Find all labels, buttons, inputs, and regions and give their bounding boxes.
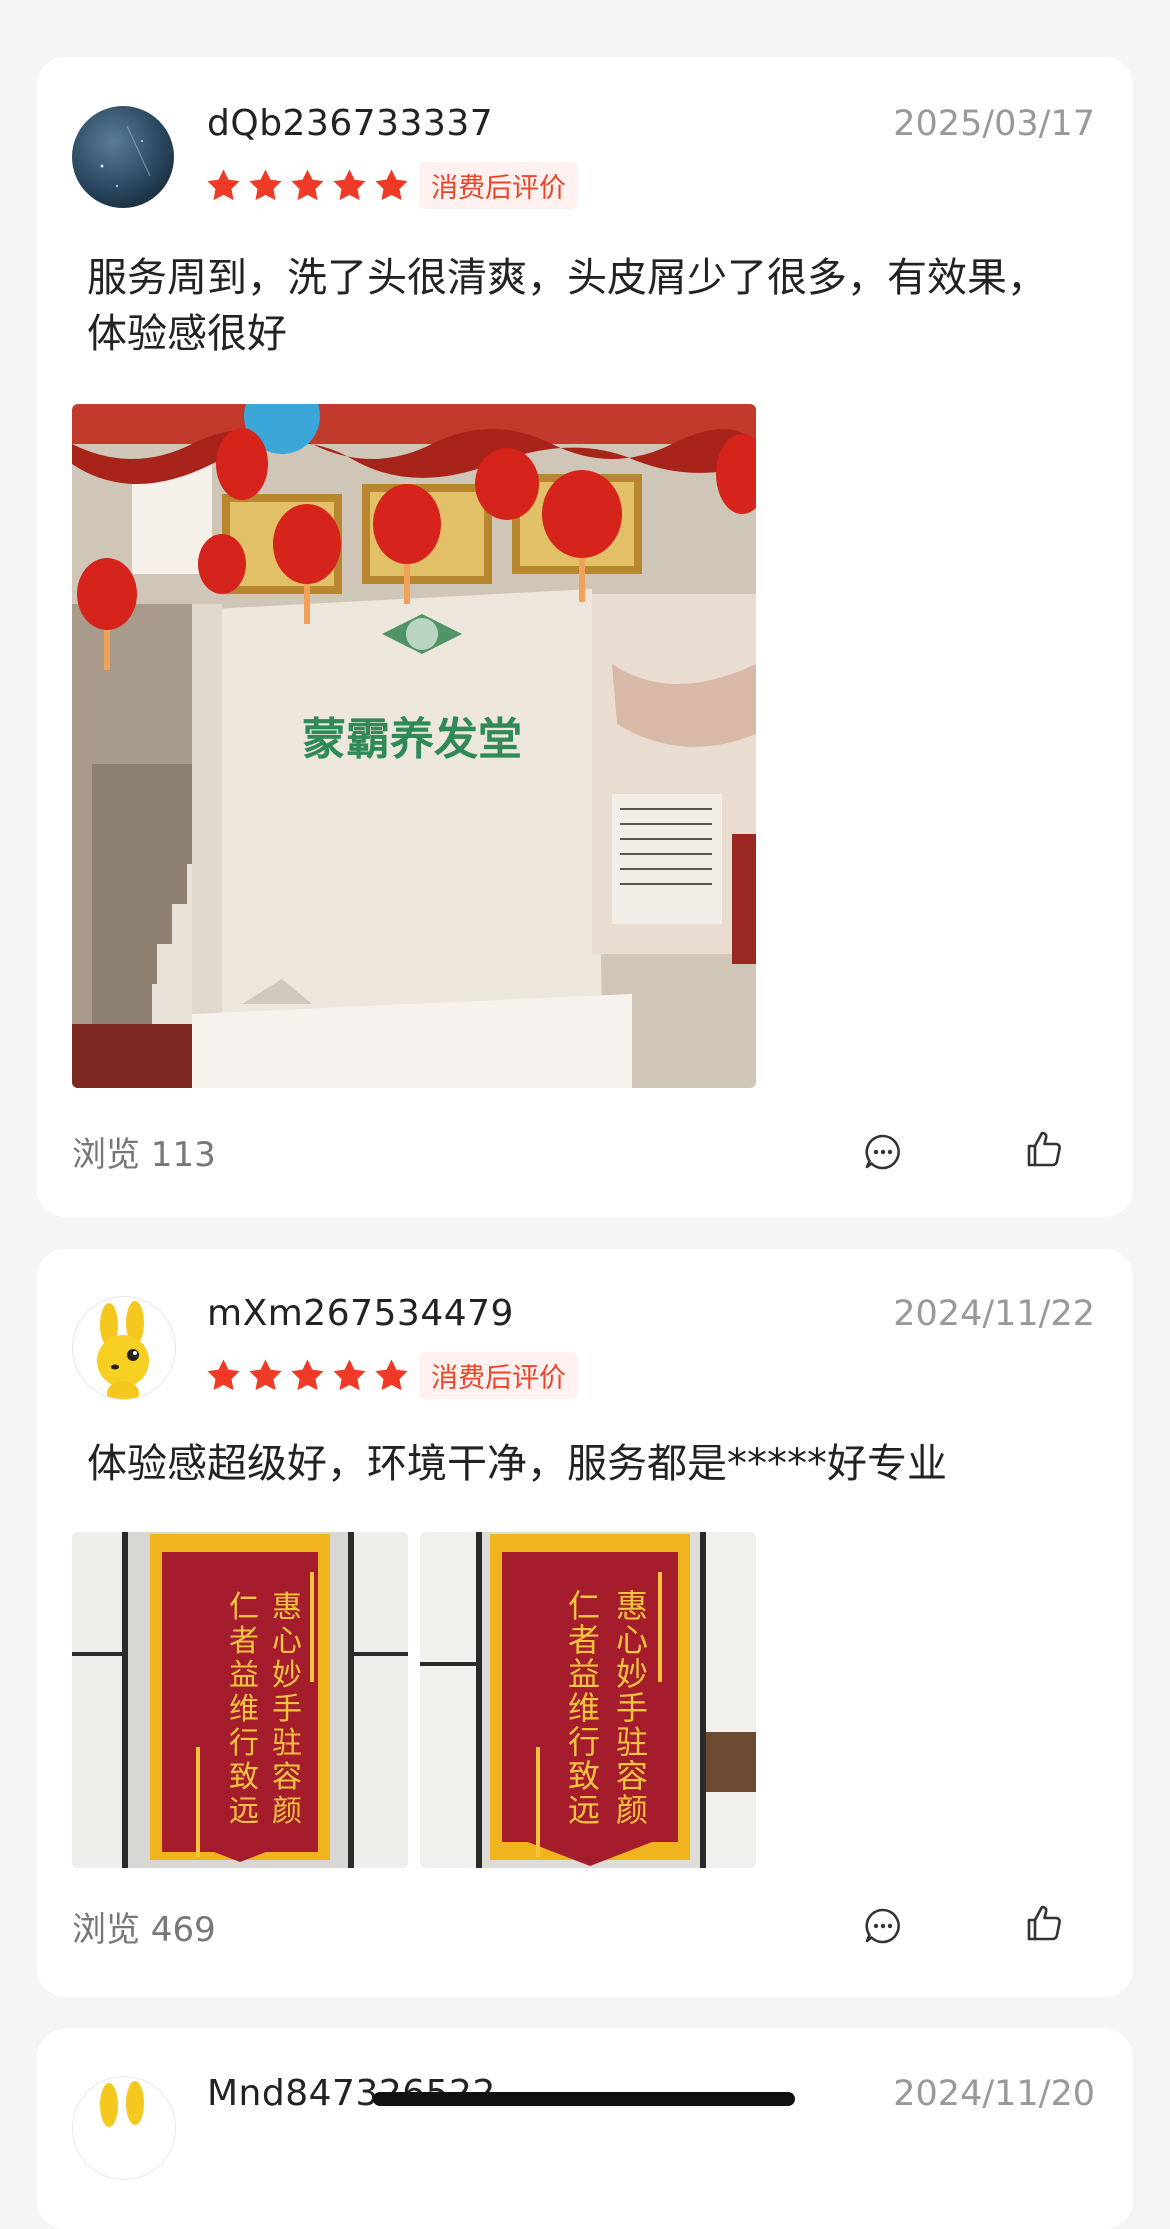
store-sign-text: 蒙霸养发堂 xyxy=(302,714,522,765)
review-text: 体验感超级好，环境干净，服务都是*****好专业 xyxy=(87,1441,947,1487)
thumbs-up-icon[interactable] xyxy=(1022,1901,1066,1945)
comment-icon[interactable] xyxy=(861,1904,905,1948)
review-card: dQb236733337 2025/03/17 消费后评价 服务周到，洗了头很清… xyxy=(37,57,1133,1217)
banner-text-right: 惠心妙手驻容颜 xyxy=(272,1590,302,1829)
rating-row: 消费后评价 xyxy=(205,161,578,209)
review-date: 2024/11/20 xyxy=(893,2074,1095,2114)
star-icon xyxy=(331,167,368,204)
post-consumption-badge: 消费后评价 xyxy=(419,1351,578,1399)
view-count: 浏览 469 xyxy=(72,1910,216,1950)
star-icon xyxy=(205,1357,242,1394)
review-date: 2025/03/17 xyxy=(893,104,1095,144)
star-icon xyxy=(331,1357,368,1394)
star-rating xyxy=(205,1357,410,1394)
username[interactable]: dQb236733337 xyxy=(207,103,493,144)
star-icon xyxy=(247,1357,284,1394)
comment-icon[interactable] xyxy=(861,1130,905,1174)
view-count: 浏览 113 xyxy=(72,1135,216,1175)
home-indicator[interactable] xyxy=(373,2092,795,2106)
username[interactable]: mXm267534479 xyxy=(207,1293,514,1334)
review-card: Mnd847326522 2024/11/20 xyxy=(37,2029,1133,2229)
rating-row: 消费后评价 xyxy=(205,1351,578,1399)
review-photo[interactable]: 惠心妙手驻容颜 仁者益维行致远 xyxy=(72,1532,408,1868)
review-photo[interactable]: 惠心妙手驻容颜 仁者益维行致远 xyxy=(420,1532,756,1868)
review-text: 服务周到，洗了头很清爽，头皮屑少了很多，有效果，体验感很好 xyxy=(87,255,1047,357)
thumbs-up-icon[interactable] xyxy=(1022,1127,1066,1171)
banner-text-left: 仁者益维行致远 xyxy=(568,1587,600,1829)
review-card: mXm267534479 2024/11/22 消费后评价 体验感超级好，环境干… xyxy=(37,1249,1133,1997)
review-photo[interactable]: 蒙霸养发堂 xyxy=(72,404,756,1088)
banner-text-left: 仁者益维行致远 xyxy=(229,1590,259,1829)
star-icon xyxy=(373,1357,410,1394)
avatar[interactable] xyxy=(72,1296,176,1400)
star-icon xyxy=(247,167,284,204)
post-consumption-badge: 消费后评价 xyxy=(419,161,578,209)
star-icon xyxy=(373,167,410,204)
banner-text-right: 惠心妙手驻容颜 xyxy=(616,1587,648,1829)
star-rating xyxy=(205,167,410,204)
avatar[interactable] xyxy=(72,2076,176,2180)
review-date: 2024/11/22 xyxy=(893,1294,1095,1334)
star-icon xyxy=(205,167,242,204)
star-icon xyxy=(289,1357,326,1394)
avatar[interactable] xyxy=(72,106,174,208)
star-icon xyxy=(289,167,326,204)
